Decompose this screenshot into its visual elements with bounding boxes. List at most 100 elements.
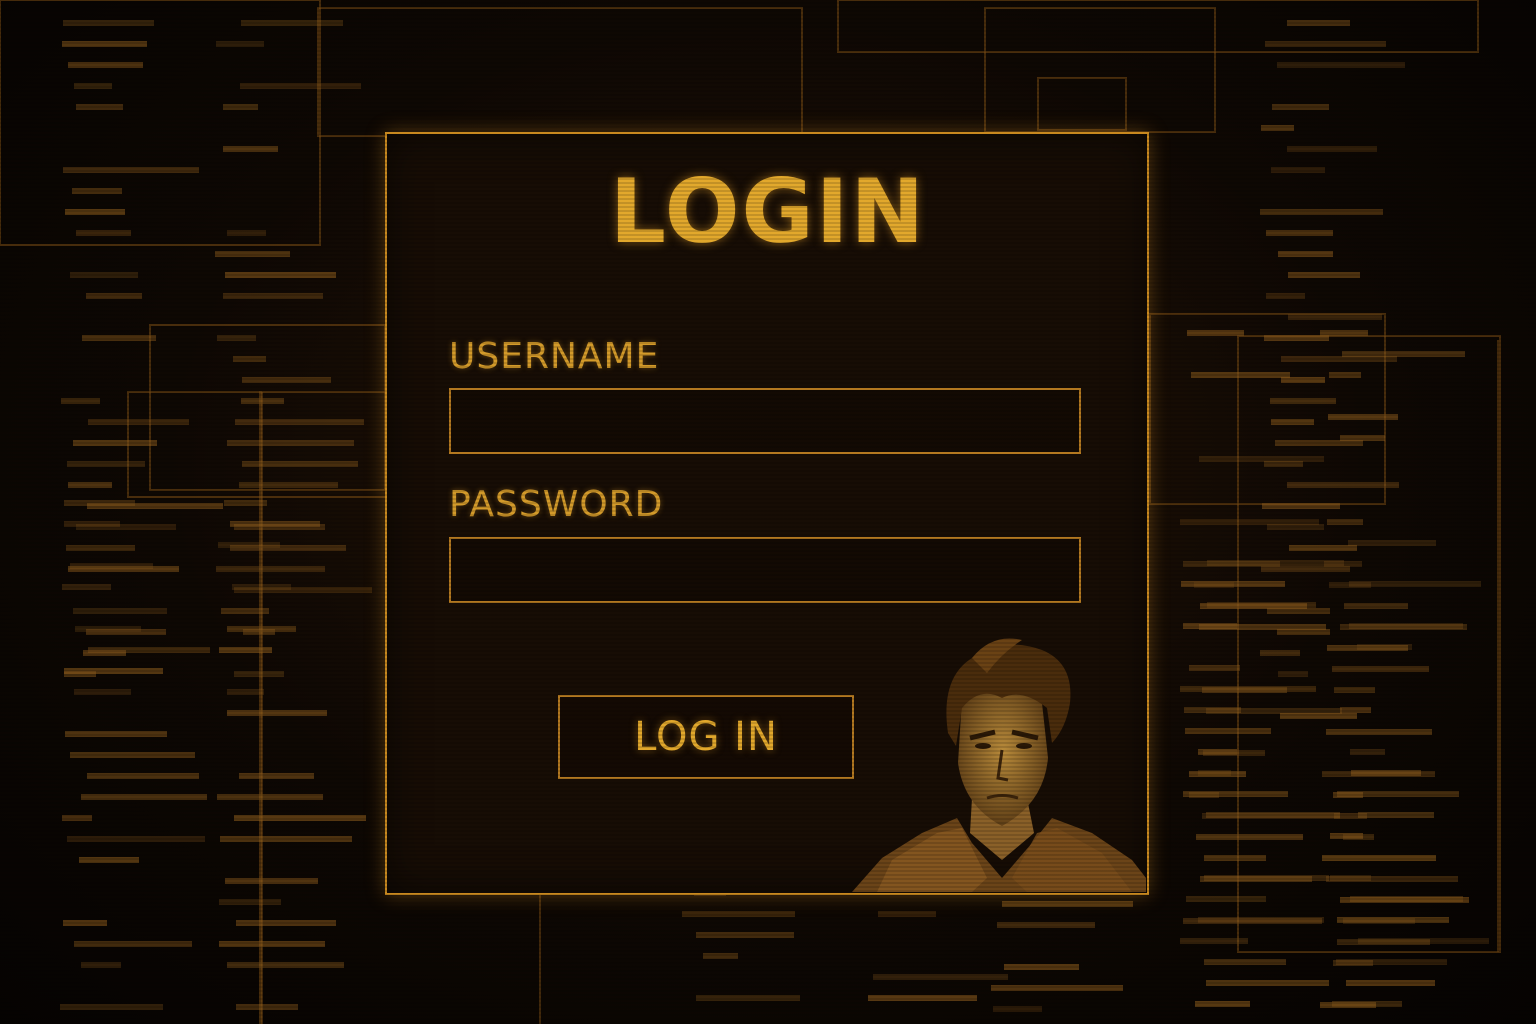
background-text-bar [81, 794, 207, 800]
background-text-bar [217, 335, 256, 341]
background-text-bar [1206, 980, 1329, 986]
background-text-bar [70, 272, 138, 278]
login-title: LOGIN [609, 160, 927, 263]
background-text-bar [87, 773, 199, 779]
background-text-bar [82, 335, 156, 341]
background-text-bar [63, 20, 154, 26]
background-text-bar [242, 377, 331, 383]
background-text-bar [218, 542, 280, 548]
background-text-bar [696, 995, 800, 1001]
background-text-bar [868, 995, 977, 1001]
background-text-bar [76, 104, 123, 110]
background-text-bar [241, 398, 284, 404]
background-text-bar [1340, 435, 1385, 441]
background-text-bar [74, 941, 192, 947]
background-text-bar [682, 911, 795, 917]
background-text-bar [1262, 503, 1340, 509]
background-text-bar [1332, 1001, 1402, 1007]
background-text-bar [81, 962, 121, 968]
background-text-bar [223, 104, 258, 110]
background-text-bar [1271, 419, 1314, 425]
background-text-bar [74, 83, 112, 89]
background-text-bar [65, 731, 167, 737]
background-text-bar [1004, 964, 1079, 970]
background-text-bar [1337, 917, 1449, 923]
background-text-bar [1198, 917, 1324, 923]
background-text-bar [1287, 146, 1377, 152]
background-text-bar [234, 815, 366, 821]
background-text-bar [1289, 545, 1357, 551]
background-text-bar [1204, 855, 1266, 861]
background-text-bar [873, 974, 1008, 980]
background-text-bar [68, 482, 112, 488]
background-text-bar [239, 773, 314, 779]
background-text-bar [1277, 62, 1405, 68]
background-text-bar [1288, 314, 1382, 320]
background-text-bar [1344, 603, 1408, 609]
login-button[interactable]: LOG IN [558, 695, 854, 779]
background-text-bar [221, 608, 269, 614]
background-text-bar [1184, 707, 1241, 713]
background-text-bar [1272, 104, 1329, 110]
background-text-bar [225, 878, 318, 884]
background-text-bar [1260, 650, 1300, 656]
background-text-bar [230, 521, 320, 527]
background-text-bar [1187, 330, 1244, 336]
background-text-bar [703, 953, 738, 959]
background-text-bar [1266, 293, 1305, 299]
background-text-bar [1340, 707, 1371, 713]
background-text-bar [219, 647, 272, 653]
background-text-bar [1270, 398, 1336, 404]
background-text-bar [223, 146, 278, 152]
background-text-bar [67, 836, 205, 842]
background-text-bar [1191, 372, 1290, 378]
background-text-bar [1320, 330, 1368, 336]
background-text-bar [227, 689, 264, 695]
background-text-bar [227, 626, 296, 632]
background-text-bar [64, 668, 163, 674]
background-text-bar [73, 440, 157, 446]
background-text-bar [1287, 482, 1399, 488]
background-text-bar [62, 584, 111, 590]
background-text-bar [232, 584, 291, 590]
background-text-bar [1287, 20, 1350, 26]
background-text-bar [1204, 875, 1329, 881]
password-input[interactable] [449, 537, 1081, 603]
background-text-bar [86, 293, 142, 299]
background-text-bar [1199, 456, 1324, 462]
background-text-bar [1189, 665, 1240, 671]
background-text-bar [235, 419, 364, 425]
background-text-bar [696, 932, 794, 938]
background-text-bar [219, 941, 325, 947]
background-text-bar [233, 356, 266, 362]
background-text-bar [1180, 938, 1248, 944]
background-text-bar [1350, 896, 1463, 902]
background-text-bar [1326, 729, 1432, 735]
background-text-bar [1207, 602, 1316, 608]
background-text-bar [64, 521, 120, 527]
username-input[interactable] [449, 388, 1081, 454]
background-text-bar [219, 899, 281, 905]
background-text-bar [1351, 770, 1421, 776]
background-text-bar [1185, 728, 1271, 734]
character-portrait-icon [852, 638, 1146, 892]
background-text-bar [993, 1006, 1042, 1012]
background-text-bar [1278, 671, 1308, 677]
background-text-bar [1327, 519, 1363, 525]
background-text-bar [217, 794, 323, 800]
background-text-bar [62, 815, 92, 821]
background-text-bar [1204, 959, 1286, 965]
background-text-bar [236, 920, 336, 926]
background-text-bar [1265, 41, 1386, 47]
background-text-bar [1350, 749, 1385, 755]
background-text-bar [1198, 770, 1231, 776]
background-text-bar [1180, 519, 1319, 525]
background-text-bar [224, 500, 267, 506]
background-text-bar [1198, 749, 1237, 755]
background-text-bar [234, 671, 284, 677]
background-text-bar [1183, 791, 1288, 797]
background-text-bar [63, 920, 107, 926]
background-text-bar [1261, 125, 1294, 131]
background-text-bar [227, 440, 354, 446]
background-text-bar [236, 1004, 298, 1010]
